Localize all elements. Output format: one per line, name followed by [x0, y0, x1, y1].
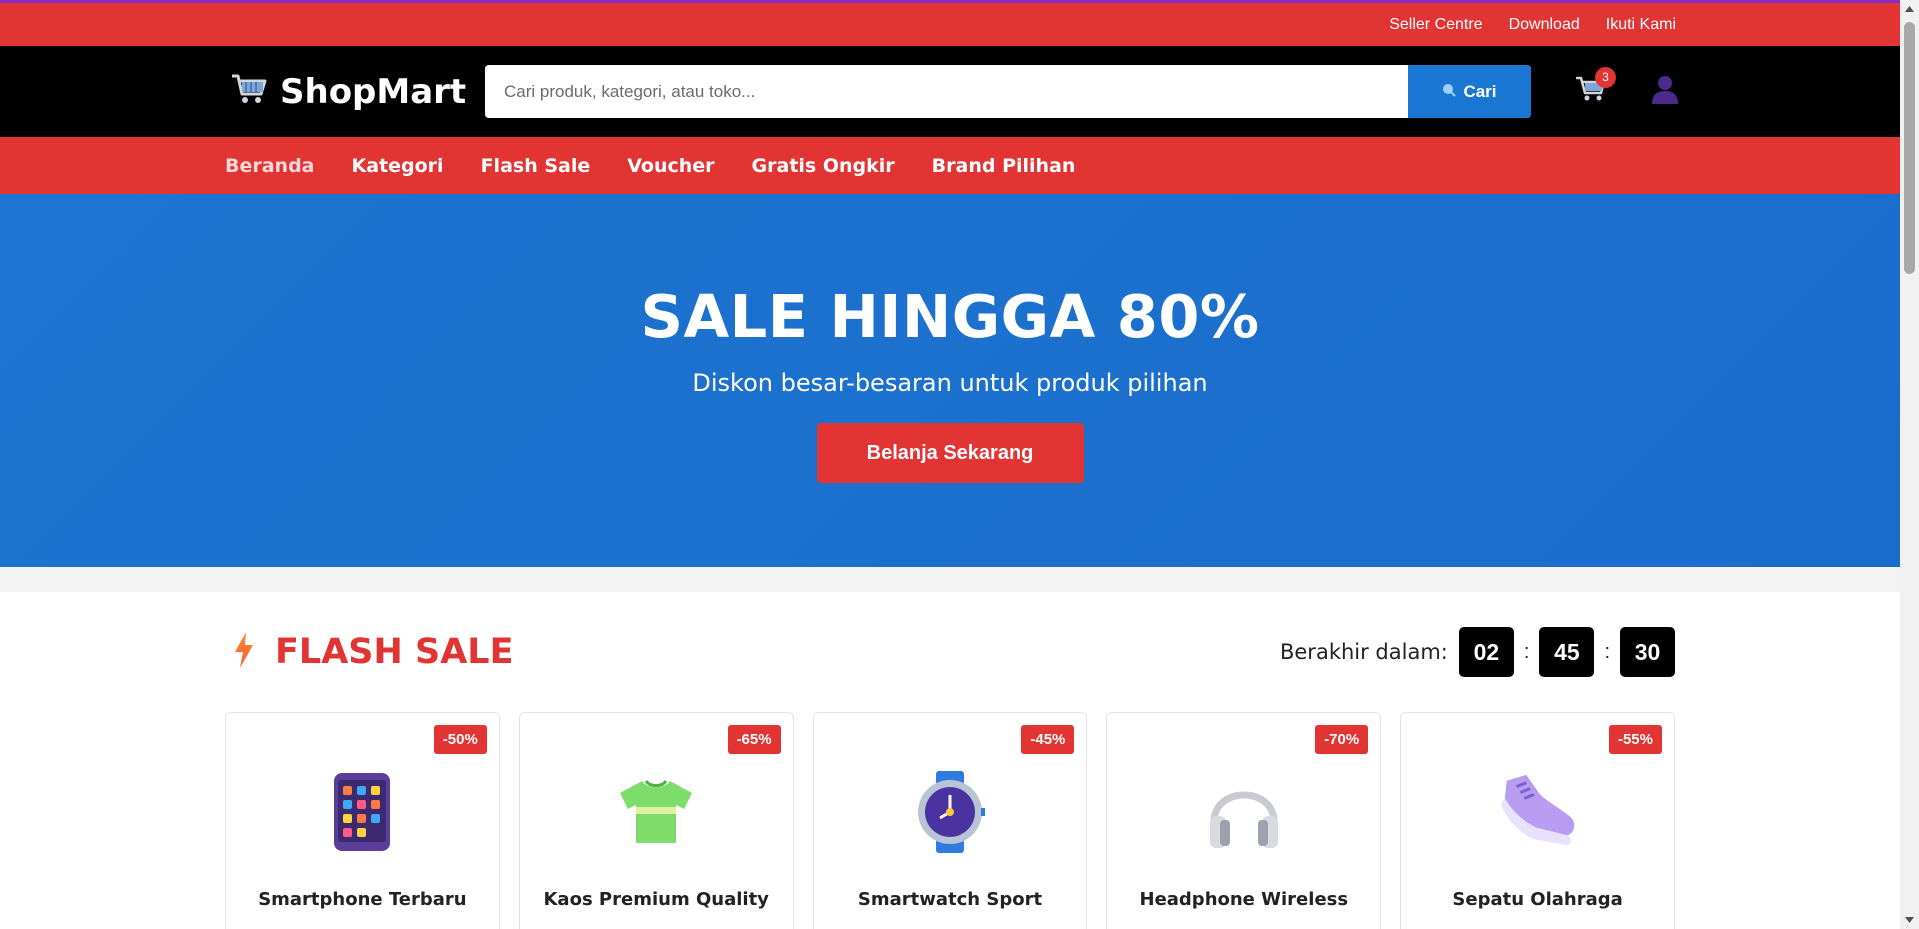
flash-sale-heading: FLASH SALE — [275, 632, 514, 672]
search-bar: Cari — [485, 65, 1531, 118]
discount-badge: -55% — [1608, 725, 1662, 754]
logo[interactable]: ShopMart — [230, 72, 485, 112]
user-icon — [1649, 73, 1681, 110]
product-name: Sepatu Olahraga — [1452, 889, 1623, 910]
search-button[interactable]: Cari — [1408, 65, 1531, 118]
flash-sale-section: FLASH SALE Berakhir dalam: 02 : 45 : 30 … — [0, 592, 1900, 929]
shop-now-button[interactable]: Belanja Sekarang — [816, 423, 1084, 483]
hero-subtitle: Diskon besar-besaran untuk produk piliha… — [692, 369, 1208, 397]
scrollbar-thumb[interactable] — [1904, 22, 1915, 274]
header: ShopMart Cari produk, kategori, atau tok… — [0, 46, 1900, 137]
flash-sale-title: FLASH SALE — [225, 631, 514, 673]
vertical-scrollbar[interactable] — [1900, 0, 1919, 929]
timer-hours: 02 — [1458, 627, 1514, 677]
search-button-label: Cari — [1463, 81, 1497, 101]
top-bar: Seller Centre Download Ikuti Kami — [0, 0, 1900, 46]
timer-seconds: 30 — [1620, 627, 1675, 677]
product-card[interactable]: -65% Kaos Premium Quality — [518, 712, 794, 929]
flash-sale-header: FLASH SALE Berakhir dalam: 02 : 45 : 30 — [225, 592, 1675, 712]
countdown-timer: Berakhir dalam: 02 : 45 : 30 — [1280, 627, 1675, 677]
nav-item-kategori[interactable]: Kategori — [352, 155, 444, 177]
cart-count-badge: 3 — [1595, 66, 1616, 88]
nav-item-brand-pilihan[interactable]: Brand Pilihan — [932, 155, 1076, 177]
discount-badge: -50% — [433, 725, 487, 754]
header-icons: 3 — [1573, 66, 1683, 110]
headphones-icon — [1203, 771, 1285, 853]
cart-icon — [230, 72, 268, 111]
timer-separator: : — [1604, 640, 1610, 663]
scroll-down-arrow-icon[interactable] — [1900, 911, 1919, 929]
page: Seller Centre Download Ikuti Kami ShopMa… — [0, 0, 1919, 929]
user-avatar-button[interactable] — [1647, 74, 1683, 110]
logo-text: ShopMart — [280, 71, 467, 112]
timer-label: Berakhir dalam: — [1279, 640, 1448, 664]
content: Seller Centre Download Ikuti Kami ShopMa… — [0, 0, 1900, 929]
scroll-up-arrow-icon[interactable] — [1900, 0, 1919, 18]
nav-item-voucher[interactable]: Voucher — [627, 155, 714, 177]
nav-item-beranda[interactable]: Beranda — [225, 155, 315, 177]
product-card[interactable]: -70% Headphone Wireless — [1106, 712, 1382, 929]
follow-us-link[interactable]: Ikuti Kami — [1606, 16, 1676, 34]
smartphone-icon — [321, 771, 403, 853]
cart-button[interactable]: 3 — [1573, 66, 1616, 110]
watch-icon — [909, 771, 991, 853]
discount-badge: -45% — [1021, 725, 1075, 754]
tshirt-icon — [615, 771, 697, 853]
discount-badge: -65% — [727, 725, 781, 754]
product-name: Smartwatch Sport — [857, 889, 1043, 910]
nav-item-flash-sale[interactable]: Flash Sale — [481, 155, 591, 177]
timer-minutes: 45 — [1539, 627, 1595, 677]
product-card[interactable]: -45% Smartwatch Sport — [812, 712, 1088, 929]
main-nav: Beranda Kategori Flash Sale Voucher Grat… — [0, 137, 1900, 194]
nav-item-gratis-ongkir[interactable]: Gratis Ongkir — [752, 155, 895, 177]
sneaker-icon — [1497, 771, 1579, 853]
product-name: Kaos Premium Quality — [543, 889, 769, 910]
product-card[interactable]: -50% Smartphone Terbaru — [225, 712, 500, 929]
hero-banner: SALE HINGGA 80% Diskon besar-besaran unt… — [0, 194, 1900, 567]
section-divider — [0, 567, 1900, 592]
product-name: Smartphone Terbaru — [258, 889, 467, 910]
discount-badge: -70% — [1315, 725, 1369, 754]
search-icon — [1442, 82, 1457, 102]
hero-title: SALE HINGGA 80% — [640, 282, 1260, 351]
product-list: -50% Smartphone Terbaru -65% Kaos Premiu… — [225, 712, 1675, 929]
download-link[interactable]: Download — [1509, 16, 1580, 34]
lightning-icon — [233, 631, 255, 673]
product-card[interactable]: -55% Sepatu Olahraga — [1400, 712, 1675, 929]
seller-centre-link[interactable]: Seller Centre — [1389, 16, 1482, 34]
search-input[interactable] — [485, 65, 1408, 118]
product-name: Headphone Wireless — [1139, 889, 1349, 910]
timer-separator: : — [1523, 640, 1530, 663]
